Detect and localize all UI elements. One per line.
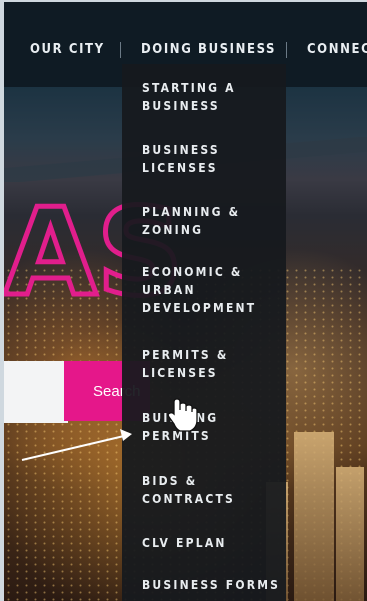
nav-doing-business[interactable]: DOING BUSINESS [141,42,276,57]
menu-item-business-forms[interactable]: BUSINESS FORMS [142,576,280,594]
nav-divider [286,42,287,58]
building [294,432,334,601]
building [336,467,364,601]
menu-item-bids-contracts[interactable]: BIDS & CONTRACTS [142,472,235,508]
nav-connect[interactable]: CONNECT [307,42,367,57]
menu-item-permits-licenses[interactable]: PERMITS & LICENSES [142,346,228,382]
nav-our-city[interactable]: OUR CITY [30,42,105,57]
search-input[interactable] [4,361,68,423]
menu-item-planning-zoning[interactable]: PLANNING & ZONING [142,203,240,239]
menu-item-clv-eplan[interactable]: CLV EPLAN [142,534,227,552]
nav-divider [120,42,121,58]
menu-item-starting-a-business[interactable]: STARTING A BUSINESS [142,79,236,115]
menu-item-building-permits[interactable]: BUILDING PERMITS [142,409,218,445]
doing-business-dropdown: STARTING A BUSINESS BUSINESS LICENSES PL… [122,64,286,601]
menu-item-economic-urban-development[interactable]: ECONOMIC & URBAN DEVELOPMENT [142,263,256,317]
menu-item-business-licenses[interactable]: BUSINESS LICENSES [142,141,220,177]
